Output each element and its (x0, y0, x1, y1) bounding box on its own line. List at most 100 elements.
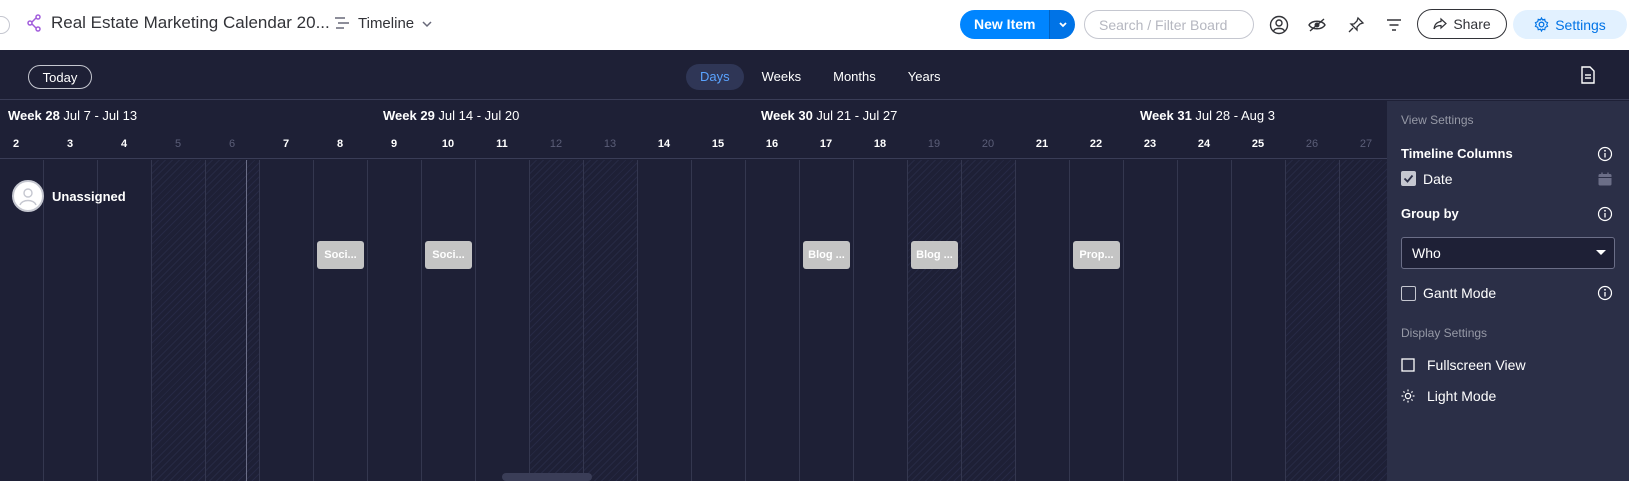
scale-tab-months[interactable]: Months (819, 64, 890, 90)
scale-tab-years[interactable]: Years (894, 64, 955, 90)
settings-button[interactable]: Settings (1513, 10, 1627, 39)
group-by-label: Group by (1401, 206, 1459, 221)
timeline-item[interactable]: Soci... (425, 241, 472, 269)
day-column (799, 160, 853, 481)
sun-icon (1401, 389, 1415, 403)
week-range: Jul 14 - Jul 20 (438, 108, 520, 123)
today-marker (246, 160, 247, 481)
week-label: Week 30 Jul 21 - Jul 27 (761, 108, 897, 123)
collapse-icon[interactable] (0, 16, 10, 34)
date-column-label: Date (1423, 171, 1453, 187)
calendar-icon (1598, 172, 1612, 186)
scale-tab-weeks[interactable]: Weeks (748, 64, 816, 90)
day-label: 4 (120, 138, 128, 150)
day-label: 18 (873, 138, 887, 150)
board-title[interactable]: Real Estate Marketing Calendar 20... (51, 13, 330, 33)
info-icon[interactable] (1597, 206, 1613, 222)
fullscreen-label: Fullscreen View (1427, 357, 1526, 373)
day-label: 24 (1197, 138, 1211, 150)
fullscreen-toggle[interactable]: Fullscreen View (1401, 357, 1526, 373)
group-name: Unassigned (52, 188, 126, 204)
timeline-grid[interactable]: Unassigned Soci... Soci... Blog ... Blog ..… (0, 160, 1387, 481)
day-label: 3 (66, 138, 74, 150)
day-label: 23 (1143, 138, 1157, 150)
today-button[interactable]: Today (28, 65, 92, 89)
new-item-button-group: New Item (960, 10, 1076, 39)
day-column (1123, 160, 1177, 481)
settings-panel: View Settings Timeline Columns Date Grou… (1387, 101, 1629, 481)
week-name: Week 30 (761, 108, 813, 123)
board-header: Real Estate Marketing Calendar 20... Tim… (0, 0, 1629, 50)
week-range: Jul 21 - Jul 27 (816, 108, 898, 123)
light-mode-toggle[interactable]: Light Mode (1401, 388, 1496, 404)
filter-icon[interactable] (1383, 14, 1405, 36)
export-icon[interactable] (1578, 65, 1598, 85)
day-label: 13 (603, 138, 617, 150)
gantt-mode-checkbox[interactable] (1401, 286, 1416, 301)
week-label: Week 28 Jul 7 - Jul 13 (8, 108, 137, 123)
week-name: Week 31 (1140, 108, 1192, 123)
day-label: 11 (496, 138, 508, 150)
day-column (853, 160, 907, 481)
share-button[interactable]: Share (1417, 9, 1507, 39)
day-label: 21 (1035, 138, 1049, 150)
day-label: 8 (336, 138, 344, 150)
week-header: Week 28 Jul 7 - Jul 13 Week 29 Jul 14 - J… (0, 101, 1387, 129)
timeline-area: Week 28 Jul 7 - Jul 13 Week 29 Jul 14 - J… (0, 101, 1387, 481)
date-column-checkbox[interactable] (1401, 171, 1416, 186)
day-column (1069, 160, 1123, 481)
day-label: 12 (549, 138, 563, 150)
timeline-item[interactable]: Soci... (317, 241, 364, 269)
pin-icon[interactable] (1345, 14, 1367, 36)
new-item-dropdown[interactable] (1049, 10, 1076, 39)
timeline-item[interactable]: Prop... (1073, 241, 1120, 269)
chevron-down-icon (1059, 21, 1067, 27)
view-selector[interactable]: Timeline (358, 15, 414, 32)
group-header[interactable]: Unassigned (12, 180, 126, 212)
timeline-item[interactable]: Blog ... (911, 241, 958, 269)
week-label: Week 29 Jul 14 - Jul 20 (383, 108, 519, 123)
share-nodes-icon (27, 14, 41, 32)
day-column (529, 160, 583, 481)
day-label: 22 (1089, 138, 1103, 150)
settings-label: Settings (1555, 16, 1606, 33)
timeline-toolbar: Today Days Weeks Months Years (0, 50, 1629, 100)
scale-tab-days[interactable]: Days (686, 64, 744, 90)
week-name: Week 29 (383, 108, 435, 123)
day-column (1015, 160, 1069, 481)
day-label: 19 (927, 138, 941, 150)
search-input[interactable] (1084, 10, 1254, 39)
week-range: Jul 7 - Jul 13 (63, 108, 138, 123)
day-column (367, 160, 421, 481)
group-by-select[interactable]: Who (1401, 237, 1615, 269)
day-label: 14 (657, 138, 671, 150)
day-column (421, 160, 475, 481)
day-label: 20 (981, 138, 995, 150)
light-mode-label: Light Mode (1427, 388, 1497, 404)
day-column (151, 160, 205, 481)
day-column (907, 160, 961, 481)
info-icon[interactable] (1597, 285, 1613, 301)
day-column (205, 160, 259, 481)
day-label: 25 (1251, 138, 1265, 150)
person-filter-icon[interactable] (1268, 14, 1290, 36)
week-range: Jul 28 - Aug 3 (1195, 108, 1275, 123)
horizontal-scrollbar[interactable] (502, 473, 592, 481)
day-column (961, 160, 1015, 481)
day-column (745, 160, 799, 481)
gantt-mode-label: Gantt Mode (1423, 285, 1497, 301)
new-item-button[interactable]: New Item (960, 10, 1050, 39)
day-header: 2 3 4 5 6 7 8 9 10 11 12 13 14 15 16 17 18 19 20 21 22 23 24 25… (0, 129, 1387, 159)
info-icon[interactable] (1597, 146, 1613, 162)
day-label: 26 (1305, 138, 1319, 150)
avatar (12, 180, 44, 212)
day-column (313, 160, 367, 481)
share-arrow-icon (1433, 17, 1448, 30)
timeline-item[interactable]: Blog ... (803, 241, 850, 269)
timeline-columns-label: Timeline Columns (1401, 146, 1513, 161)
hide-eye-icon[interactable] (1306, 14, 1328, 36)
week-name: Week 28 (8, 108, 60, 123)
day-label: 17 (819, 138, 833, 150)
day-column (583, 160, 637, 481)
chevron-down-icon[interactable] (421, 18, 433, 30)
